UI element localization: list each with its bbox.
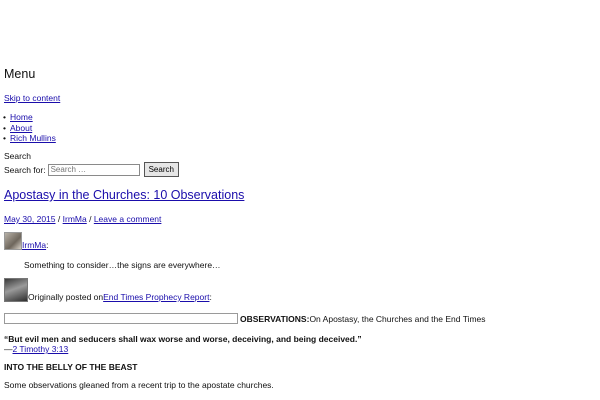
nav-link-about[interactable]: About (10, 123, 32, 133)
search-button[interactable]: Search (143, 162, 179, 177)
source-colon: : (209, 292, 212, 302)
originally-posted-line: Originally posted on End Times Prophecy … (4, 278, 212, 302)
menu-title[interactable]: Menu (4, 67, 35, 81)
verse-dash: — (4, 344, 13, 354)
source-blog-link[interactable]: End Times Prophecy Report (103, 292, 209, 302)
observations-label: OBSERVATIONS: (240, 313, 310, 324)
search-label: Search for: (4, 164, 46, 175)
source-avatar[interactable] (4, 278, 28, 302)
nav-item-about: About (3, 123, 56, 134)
main-nav: Home About Rich Mullins (3, 112, 56, 144)
scripture-reference-link[interactable]: 2 Timothy 3:13 (13, 344, 69, 354)
section-heading: INTO THE BELLY OF THE BEAST (4, 362, 138, 372)
search-input[interactable] (47, 163, 140, 176)
leave-comment-link[interactable]: Leave a comment (94, 214, 162, 224)
observations-line: OBSERVATIONS: On Apostasy, the Churches … (4, 313, 486, 324)
post-meta: May 30, 2015 / IrmMa / Leave a comment (4, 214, 161, 224)
observations-subtitle: On Apostasy, the Churches and the End Ti… (309, 313, 486, 324)
section-text: Some observations gleaned from a recent … (4, 380, 274, 390)
nav-item-home: Home (3, 112, 56, 123)
post-date-link[interactable]: May 30, 2015 (4, 214, 56, 224)
originally-posted-label: Originally posted on (28, 292, 104, 302)
author-line: IrmMa : (4, 232, 48, 250)
search-heading: Search (4, 151, 31, 161)
intro-text: Something to consider…the signs are ever… (24, 260, 221, 270)
author-colon: : (46, 240, 49, 250)
post-author-link[interactable]: IrmMa (63, 214, 87, 224)
post-title[interactable]: Apostasy in the Churches: 10 Observation… (4, 188, 244, 202)
nav-link-home[interactable]: Home (10, 112, 33, 122)
search-form: Search for: Search (4, 162, 179, 177)
embedded-image-placeholder (4, 313, 238, 324)
scripture-quote: “But evil men and seducers shall wax wor… (4, 334, 362, 344)
author-name-link[interactable]: IrmMa (22, 240, 46, 250)
skip-to-content-link[interactable]: Skip to content (4, 93, 60, 103)
nav-link-rich-mullins[interactable]: Rich Mullins (10, 133, 56, 143)
nav-item-rich-mullins: Rich Mullins (3, 133, 56, 144)
author-avatar[interactable] (4, 232, 22, 250)
scripture-reference: —2 Timothy 3:13 (4, 344, 68, 354)
